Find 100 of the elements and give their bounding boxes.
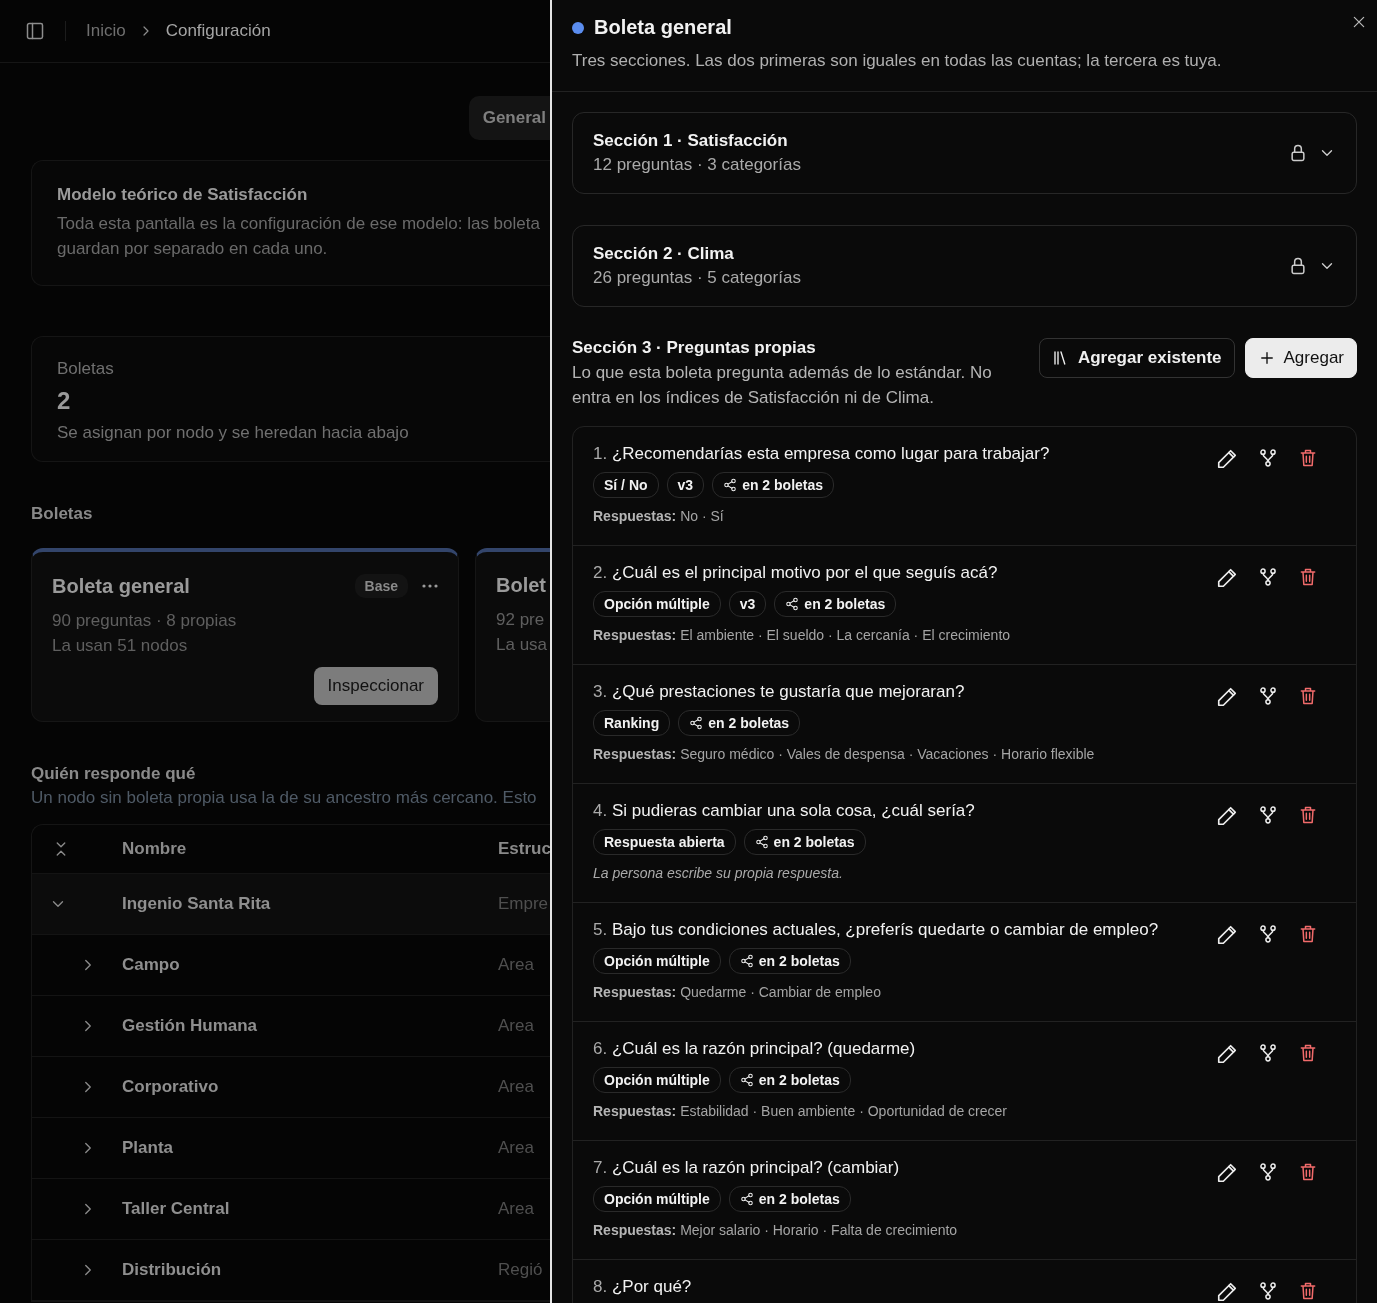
question-text: 5. Bajo tus condiciones actuales, ¿preferís quedarte o cambiar de empleo? [593,920,1160,940]
pencil-icon [1216,567,1238,589]
section-heading: Quién responde qué [31,764,197,784]
shared-tag: en 2 boletas [728,1067,851,1093]
answer-note: La persona escribe su propia respuesta. [593,865,844,881]
stat-value: 2 [57,387,72,415]
column-header[interactable]: Nombre [122,839,498,859]
breadcrumb[interactable]: Configuración [165,21,271,41]
branch-icon [1258,567,1278,587]
branch-button[interactable] [1258,924,1278,944]
inspect-button[interactable]: Inspeccionar [313,667,438,705]
type-tag: Opción múltiple [593,948,721,974]
section-card[interactable]: Sección 2 · Clima 26 preguntas · 5 categorías [572,225,1357,307]
card-title: Modelo teórico de Satisfacción [57,185,309,205]
ballot-meta: 92 pre [496,609,546,631]
edit-button[interactable] [1216,805,1238,827]
trash-icon [1298,1281,1318,1301]
trash-icon [1298,1162,1318,1182]
status-dot [572,21,584,34]
structure-cell-text: Area [498,1138,535,1158]
structure-cell-text: Area [498,955,535,975]
trash-icon [1298,686,1318,706]
branch-button[interactable] [1258,1281,1278,1301]
delete-button[interactable] [1298,1281,1318,1301]
close-icon [1351,14,1367,30]
sidebar-toggle-icon [25,21,45,41]
section-meta: 12 preguntas · 3 categorías [593,155,802,175]
answers-text: Respuestas: Seguro médico · Vales de despensa · Vacaciones · Horario flexible [593,746,1096,762]
delete-button[interactable] [1298,805,1318,825]
add-button[interactable]: Agregar [1244,338,1357,378]
lock-icon [1288,143,1308,163]
delete-button[interactable] [1298,1043,1318,1063]
branch-button[interactable] [1258,686,1278,706]
edit-button[interactable] [1216,1162,1238,1184]
answers-text: Respuestas: Estabilidad · Buen ambiente · Oportunidad de crecer [593,1103,1008,1119]
share-icon [739,1192,754,1206]
structure-cell-text: Area [498,1077,535,1097]
branch-button[interactable] [1258,1162,1278,1182]
trash-icon [1298,1043,1318,1063]
node-name: Corporativo [122,1077,220,1097]
edit-button[interactable] [1216,1281,1238,1303]
drawer-title: Boleta general [594,16,732,39]
description-line: Toda esta pantalla es la configuración de ese modelo: las boleta [57,213,541,235]
lock-icon [1288,256,1308,276]
type-tag: Sí / No [593,472,659,498]
question-text: 1. ¿Recomendarías esta empresa como lugar para trabajar? [593,444,1051,464]
node-name: Gestión Humana [122,1016,259,1036]
type-tag: Ranking [593,710,671,736]
answers-text: Respuestas: Mejor salario · Horario · Falta de crecimiento [593,1222,959,1238]
version-tag: v3 [728,591,767,617]
section-title: Sección 2 · Clima [593,244,735,264]
branch-icon [1258,1043,1278,1063]
share-icon [785,597,800,611]
node-name: Taller Central [122,1199,231,1219]
version-tag: v3 [666,472,705,498]
branch-button[interactable] [1258,567,1278,587]
delete-button[interactable] [1298,686,1318,706]
delete-button[interactable] [1298,448,1318,468]
edit-button[interactable] [1216,448,1238,470]
section-meta: 26 preguntas · 5 categorías [593,268,802,288]
breadcrumb[interactable]: Inicio [86,21,126,41]
ballot-title: Bolet [496,574,547,597]
shared-tag: en 2 boletas [743,829,866,855]
section-card[interactable]: Sección 1 · Satisfacción 12 preguntas · 3 categorías [572,112,1357,194]
delete-button[interactable] [1298,1162,1318,1182]
column-header[interactable]: Estruc [498,839,550,859]
edit-button[interactable] [1216,686,1238,708]
share-icon [754,835,769,849]
trash-icon [1298,805,1318,825]
pencil-icon [1216,448,1238,470]
share-icon [739,1073,754,1087]
delete-button[interactable] [1298,924,1318,944]
answers-text: Respuestas: El ambiente · El sueldo · La cercanía · El crecimiento [593,627,1012,643]
question-text: 8. ¿Por qué? [593,1277,693,1297]
branch-button[interactable] [1258,805,1278,825]
stat-label: Boletas [57,359,115,379]
question-text: 7. ¿Cuál es la razón principal? (cambiar) [593,1158,901,1178]
edit-button[interactable] [1216,567,1238,589]
delete-button[interactable] [1298,567,1318,587]
edit-button[interactable] [1216,1043,1238,1065]
shared-tag: en 2 boletas [728,948,851,974]
description-line: guardan por separado en cada uno. [57,238,329,260]
type-tag: Respuesta abierta [593,829,736,855]
more-icon[interactable] [422,584,438,588]
question-text: 2. ¿Cuál es el principal motivo por el que seguís acá? [593,563,999,583]
add-existing-button[interactable]: Agregar existente [1038,338,1235,378]
structure-cell-text: Area [498,1199,535,1219]
branch-button[interactable] [1258,1043,1278,1063]
structure-cell-text: Regió [498,1260,544,1280]
type-tag: Opción múltiple [593,591,721,617]
trash-icon [1298,924,1318,944]
ballot-title: Boleta general [52,574,191,598]
edit-button[interactable] [1216,924,1238,946]
branch-button[interactable] [1258,448,1278,468]
view-tab[interactable]: General [468,96,550,140]
share-icon [739,954,754,968]
section-heading: Boletas [31,504,94,524]
node-name: Campo [122,955,181,975]
pencil-icon [1216,686,1238,708]
structure-cell-text: Area [498,1016,535,1036]
